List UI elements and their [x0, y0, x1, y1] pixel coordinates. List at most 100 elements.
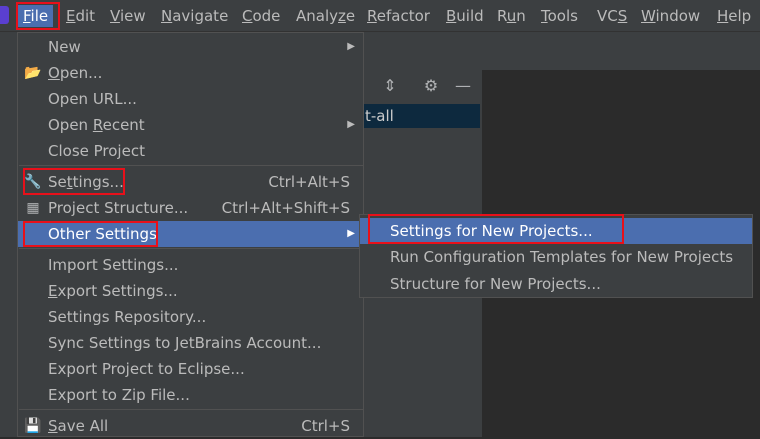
menu-item-close-project-label: Close Project — [48, 142, 145, 160]
menu-item-settings-label: Settings... — [48, 169, 124, 195]
menu-view-mnemonic: V — [110, 7, 120, 25]
menu-help-mnemonic: H — [717, 7, 729, 25]
menu-item-settings-rest: tings... — [72, 173, 124, 191]
menu-help[interactable]: Help — [717, 5, 751, 27]
menu-bar: File Edit View Navigate Code Analyze Ref… — [0, 0, 760, 32]
menu-refactor-rest: efactor — [376, 7, 430, 25]
menu-code[interactable]: Code — [242, 5, 280, 27]
save-icon: 💾 — [24, 418, 42, 434]
menu-navigate-mnemonic: N — [161, 7, 173, 25]
menu-item-open-url-label: Open URL... — [48, 90, 137, 108]
menu-run-pre: R — [497, 7, 507, 25]
menu-window[interactable]: Window — [641, 5, 700, 27]
menu-navigate-rest: avigate — [172, 7, 229, 25]
file-menu-dropdown: New ▶ 📂 Open... Open URL... Open Recent … — [17, 32, 364, 437]
menu-item-open-recent-mnemonic: R — [92, 116, 103, 134]
menu-item-settings-repository[interactable]: Settings Repository... — [18, 304, 363, 330]
menu-vcs-mnemonic: S — [617, 7, 628, 25]
menu-item-project-structure[interactable]: ▦ Project Structure... Ctrl+Alt+Shift+S — [18, 195, 363, 221]
menu-item-export-eclipse[interactable]: Export Project to Eclipse... — [18, 356, 363, 382]
submenu-item-run-config-templates[interactable]: Run Configuration Templates for New Proj… — [360, 244, 752, 270]
menu-item-open-label: Open... — [48, 60, 102, 86]
menu-item-save-all-mnemonic: S — [48, 417, 58, 435]
menu-separator — [19, 248, 364, 249]
app-logo-icon — [0, 6, 9, 24]
submenu-item-structure-new-projects[interactable]: Structure for New Projects... — [360, 271, 752, 297]
menu-analyze[interactable]: Analyze — [296, 5, 355, 27]
menu-item-open-url[interactable]: Open URL... — [18, 86, 363, 112]
menu-refactor[interactable]: Refactor — [367, 5, 430, 27]
menu-item-new[interactable]: New ▶ — [18, 34, 363, 60]
submenu-arrow-icon: ▶ — [347, 228, 355, 239]
menu-file-mnemonic: F — [23, 7, 31, 25]
minimize-icon[interactable]: — — [453, 76, 473, 96]
submenu-item-settings-new-projects[interactable]: Settings for New Projects... — [360, 218, 752, 244]
menu-item-settings-shortcut: Ctrl+Alt+S — [268, 173, 350, 191]
menu-item-other-settings-label: Other Settings — [48, 225, 157, 243]
menu-item-export-zip[interactable]: Export to Zip File... — [18, 382, 363, 408]
menu-item-export-settings[interactable]: Export Settings... — [18, 278, 363, 304]
submenu-item-structure-new-projects-label: Structure for New Projects... — [390, 275, 601, 293]
menu-item-sync-settings-label: Sync Settings to JetBrains Account... — [48, 334, 322, 352]
menu-view[interactable]: View — [110, 5, 146, 27]
gear-icon[interactable]: ⚙ — [421, 76, 441, 96]
menu-window-mnemonic: W — [641, 7, 656, 25]
menu-file-rest: ile — [30, 7, 49, 25]
menu-item-open-recent-label: Open Recent — [48, 112, 145, 138]
menu-code-rest: ode — [252, 7, 281, 25]
project-tree-row[interactable]: t-all — [362, 104, 480, 128]
menu-tools-mnemonic: T — [541, 7, 548, 25]
menu-build-rest: uild — [456, 7, 484, 25]
menu-item-open-recent-rest: ecent — [102, 116, 145, 134]
collapse-all-icon[interactable]: ⇕ — [380, 76, 400, 96]
menu-item-import-settings-label: Import Settings... — [48, 256, 179, 274]
menu-build[interactable]: Build — [446, 5, 484, 27]
menu-item-save-all[interactable]: 💾 Save All Ctrl+S — [18, 413, 363, 439]
menu-analyze-mnemonic: z — [338, 7, 346, 25]
other-settings-submenu: Settings for New Projects... Run Configu… — [359, 214, 753, 298]
menu-item-project-structure-shortcut: Ctrl+Alt+Shift+S — [221, 199, 350, 217]
menu-item-import-settings[interactable]: Import Settings... — [18, 252, 363, 278]
menu-item-export-eclipse-label: Export Project to Eclipse... — [48, 360, 245, 378]
menu-help-rest: elp — [728, 7, 752, 25]
menu-item-export-zip-label: Export to Zip File... — [48, 386, 190, 404]
menu-item-open-recent[interactable]: Open Recent ▶ — [18, 112, 363, 138]
menu-separator — [19, 165, 364, 166]
menu-tools[interactable]: Tools — [541, 5, 578, 27]
menu-run-rest: n — [516, 7, 526, 25]
menu-run[interactable]: Run — [497, 5, 526, 27]
menu-item-other-settings[interactable]: Other Settings ▶ — [18, 221, 363, 247]
menu-item-sync-settings[interactable]: Sync Settings to JetBrains Account... — [18, 330, 363, 356]
project-structure-icon: ▦ — [26, 200, 40, 216]
menu-analyze-pre: Analy — [296, 7, 339, 25]
menu-tools-rest: ools — [547, 7, 578, 25]
menu-item-open-rest: pen... — [59, 64, 103, 82]
menu-item-settings-pre: Se — [48, 173, 67, 191]
menu-view-rest: iew — [119, 7, 146, 25]
submenu-arrow-icon: ▶ — [347, 41, 355, 52]
menu-item-open[interactable]: 📂 Open... — [18, 60, 363, 86]
menu-vcs-pre: VC — [597, 7, 618, 25]
folder-open-icon: 📂 — [24, 65, 42, 81]
menu-item-new-label: New — [48, 38, 81, 56]
menu-item-export-settings-rest: xport Settings... — [57, 282, 178, 300]
menu-item-project-structure-label: Project Structure... — [48, 199, 189, 217]
menu-edit[interactable]: Edit — [66, 5, 95, 27]
menu-item-save-all-shortcut: Ctrl+S — [301, 417, 350, 435]
menu-file[interactable]: File — [18, 5, 54, 27]
menu-item-save-all-rest: ave All — [57, 417, 109, 435]
menu-separator — [19, 409, 364, 410]
menu-window-rest: indow — [655, 7, 701, 25]
menu-build-mnemonic: B — [446, 7, 457, 25]
menu-item-settings[interactable]: 🔧 Settings... Ctrl+Alt+S — [18, 169, 363, 195]
menu-vcs[interactable]: VCS — [597, 5, 627, 27]
menu-item-export-settings-label: Export Settings... — [48, 278, 178, 304]
menu-code-mnemonic: C — [242, 7, 253, 25]
menu-item-open-mnemonic: O — [48, 64, 60, 82]
wrench-icon: 🔧 — [24, 174, 42, 190]
menu-item-close-project[interactable]: Close Project — [18, 138, 363, 164]
menu-refactor-mnemonic: R — [367, 7, 377, 25]
menu-item-save-all-label: Save All — [48, 413, 108, 439]
menu-item-settings-repository-label: Settings Repository... — [48, 308, 207, 326]
menu-navigate[interactable]: Navigate — [161, 5, 228, 27]
